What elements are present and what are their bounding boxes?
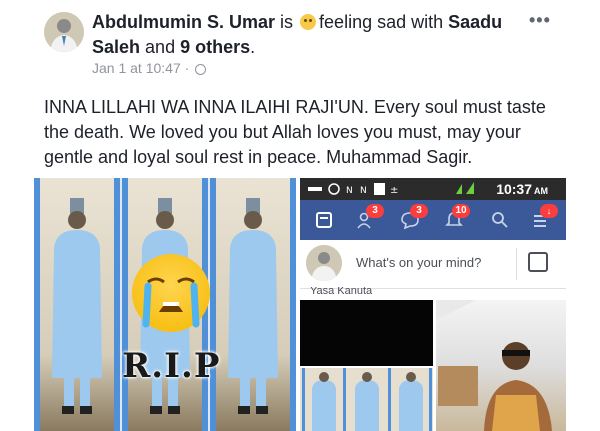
post-header: Abdulmumin S. Umar is feeling sad with S…	[0, 0, 600, 90]
others-link[interactable]: 9 others	[180, 37, 250, 57]
status-time-value: 10:37	[496, 181, 532, 197]
facebook-nav-bar: 3 3 10 ↓	[300, 200, 566, 240]
meta-dot: ·	[184, 60, 190, 76]
period-text: .	[250, 37, 256, 57]
phone-screenshot[interactable]: N N ± 10:37 AM 3 3 10 ↓ What's on your m…	[300, 178, 566, 431]
menu-download-badge: ↓	[540, 204, 558, 218]
post-photos: R.I.P N N ± 10:37 AM 3 3 10 ↓ What's on …	[34, 178, 566, 431]
sad-face-icon	[300, 14, 317, 30]
android-status-bar: N N ± 10:37 AM	[300, 178, 566, 200]
status-composer[interactable]: What's on your mind?	[300, 240, 566, 289]
photo-strip-3	[210, 178, 296, 431]
news-feed-icon[interactable]	[314, 210, 334, 230]
photo-icon[interactable]	[528, 252, 548, 272]
person-photo	[436, 300, 566, 431]
notifications-badge: 10	[452, 204, 470, 218]
crying-face-icon	[132, 254, 210, 332]
is-text: is	[280, 12, 294, 32]
memorial-thumbnail	[300, 368, 433, 431]
black-image	[300, 300, 433, 366]
and-text: and	[145, 37, 176, 57]
author-name[interactable]: Abdulmumin S. Umar	[92, 12, 275, 32]
svg-text:N: N	[360, 186, 367, 196]
feeling-text: feeling sad with	[319, 12, 444, 32]
author-avatar[interactable]	[44, 12, 84, 52]
composer-avatar	[306, 245, 342, 281]
svg-text:±: ±	[390, 185, 398, 196]
svg-text:N: N	[346, 186, 353, 196]
post-date-link[interactable]: Jan 1 at 10:47	[92, 60, 181, 76]
status-ampm: AM	[534, 186, 548, 196]
more-options-button[interactable]: •••	[529, 10, 551, 31]
status-time: 10:37 AM	[496, 181, 548, 197]
cut-off-name: Yasa Kanuta	[310, 287, 373, 296]
post-body-text: INNA LILLAHI WA INNA ILAIHI RAJI'UN. Eve…	[44, 97, 546, 167]
post-title-line: Abdulmumin S. Umar is feeling sad with S…	[92, 10, 522, 60]
friends-badge: 3	[366, 204, 384, 218]
messages-badge: 3	[410, 204, 428, 218]
post-meta: Jan 1 at 10:47 ·	[92, 60, 207, 76]
composer-divider	[516, 248, 517, 280]
memorial-photo[interactable]: R.I.P	[34, 178, 296, 431]
globe-icon	[195, 64, 207, 75]
composer-placeholder[interactable]: What's on your mind?	[356, 255, 481, 270]
photo-strip-1	[34, 178, 120, 431]
rip-caption: R.I.P	[122, 346, 221, 386]
search-icon[interactable]	[490, 210, 510, 230]
